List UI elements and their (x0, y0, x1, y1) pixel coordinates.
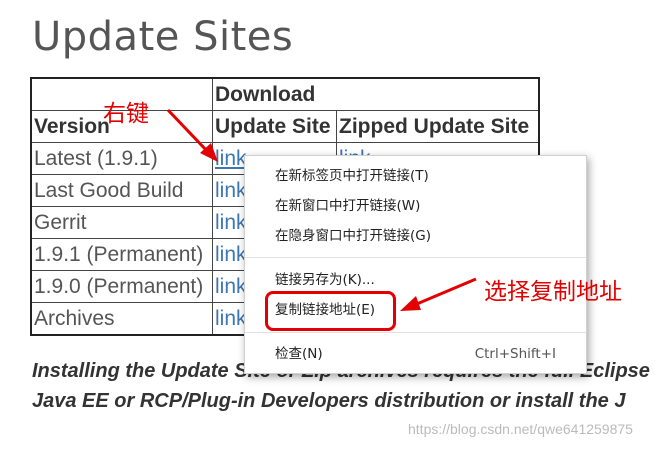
arrow-to-link-icon (166, 108, 218, 162)
watermark: https://blog.csdn.net/qwe641259875 (408, 421, 633, 437)
annotation-arrows (166, 108, 477, 311)
arrow-to-copy-item-icon (400, 277, 477, 311)
